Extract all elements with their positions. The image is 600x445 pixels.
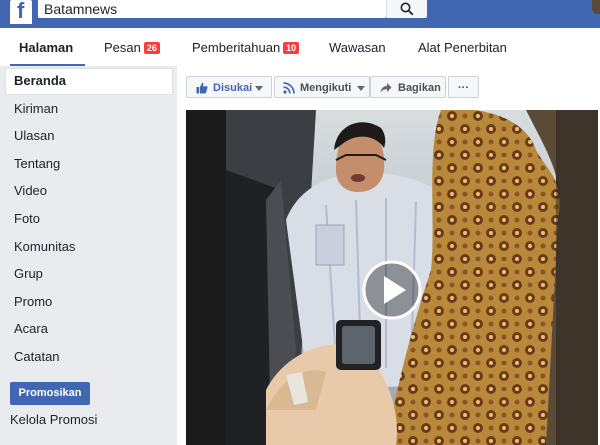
- more-options-icon: ···: [458, 82, 469, 94]
- avatar[interactable]: [592, 0, 600, 14]
- sidebar-item-komunitas[interactable]: Komunitas: [14, 239, 75, 254]
- notification-badge: 10: [283, 42, 300, 54]
- play-icon[interactable]: [362, 260, 422, 320]
- more-options-button[interactable]: ···: [448, 76, 479, 98]
- sidebar-item-foto[interactable]: Foto: [14, 211, 40, 226]
- search-button[interactable]: [386, 0, 427, 18]
- share-label: Bagikan: [398, 82, 441, 94]
- tab-pemberitahuan[interactable]: Pemberitahuan 10: [192, 40, 300, 55]
- sidebar-item-beranda[interactable]: Beranda: [14, 73, 66, 88]
- following-label: Mengikuti: [300, 82, 352, 94]
- promote-button[interactable]: Promosikan: [10, 382, 90, 405]
- tab-label: Halaman: [19, 40, 74, 55]
- search-icon: [400, 2, 414, 16]
- logo-letter: f: [17, 0, 25, 23]
- sidebar-item-promo[interactable]: Promo: [14, 294, 52, 309]
- share-icon: [380, 83, 392, 93]
- manage-promotions-link[interactable]: Kelola Promosi: [10, 412, 97, 427]
- sidebar-item-tentang[interactable]: Tentang: [14, 156, 60, 171]
- search-box: [38, 0, 386, 18]
- page-tabs-bar: Halaman Pesan 26 Pemberitahuan 10 Wawasan …: [0, 28, 600, 67]
- sidebar-item-kiriman[interactable]: Kiriman: [14, 101, 58, 116]
- facebook-logo[interactable]: f: [10, 0, 32, 24]
- following-button[interactable]: Mengikuti: [274, 76, 370, 98]
- search-input[interactable]: [44, 1, 374, 17]
- thumbs-up-icon: [196, 82, 208, 94]
- share-button[interactable]: Bagikan: [370, 76, 446, 98]
- tab-label: Pesan: [104, 40, 141, 55]
- sidebar-item-acara[interactable]: Acara: [14, 321, 48, 336]
- top-navigation-bar: f: [0, 0, 600, 28]
- tab-wawasan[interactable]: Wawasan: [329, 40, 386, 55]
- liked-button[interactable]: Disukai: [186, 76, 272, 98]
- sidebar-item-catatan[interactable]: Catatan: [14, 349, 60, 364]
- tab-alat-penerbitan[interactable]: Alat Penerbitan: [418, 40, 507, 55]
- sidebar-item-grup[interactable]: Grup: [14, 266, 43, 281]
- tab-pesan[interactable]: Pesan 26: [104, 40, 160, 55]
- notification-badge: 26: [143, 42, 160, 54]
- tab-label: Pemberitahuan: [192, 40, 281, 55]
- tab-label: Wawasan: [329, 40, 386, 55]
- chevron-down-icon: [255, 86, 263, 91]
- video-player[interactable]: [186, 110, 598, 445]
- chevron-down-icon: [357, 86, 365, 91]
- rss-feed-icon: [283, 82, 295, 94]
- tab-label: Alat Penerbitan: [418, 40, 507, 55]
- sidebar-item-video[interactable]: Video: [14, 183, 47, 198]
- tab-halaman[interactable]: Halaman: [19, 40, 73, 55]
- liked-label: Disukai: [213, 82, 253, 94]
- sidebar-item-ulasan[interactable]: Ulasan: [14, 128, 54, 143]
